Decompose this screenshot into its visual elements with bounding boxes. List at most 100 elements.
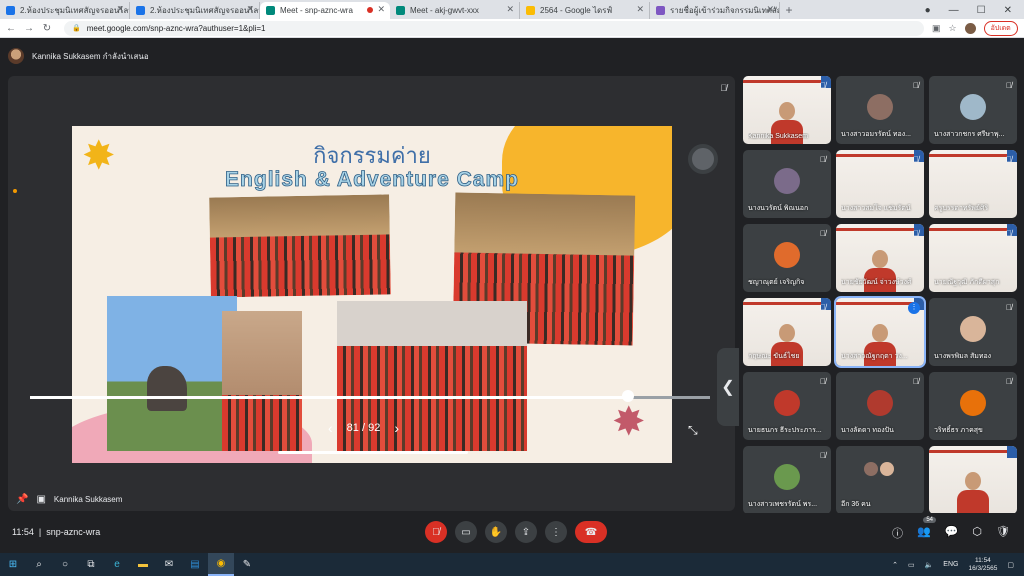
browser-tab[interactable]: 2564 - Google ไดรฟ์ ✕ <box>520 2 650 19</box>
update-button[interactable]: อัปเดต <box>983 20 1018 36</box>
address-bar-row: ← → ↻ 🔒 meet.google.com/snp-aznc-wra?aut… <box>0 19 1024 38</box>
new-tab-button[interactable]: + <box>780 2 798 19</box>
participant-tile[interactable]: อีก 36 คน <box>836 446 924 514</box>
back-arrow-icon[interactable]: ← <box>4 23 18 34</box>
mic-off-icon: 🎙̸ <box>820 377 826 386</box>
system-clock[interactable]: 11:54 16/3/2565 <box>968 557 997 573</box>
chat-icon[interactable]: 💬 <box>945 525 959 541</box>
collapse-sidebar-button[interactable]: ❮ <box>717 348 739 426</box>
participant-tile[interactable]: 🎙̸ นางสาวกชกร ศรีษาพุ... <box>929 76 1017 144</box>
indicator-dot <box>13 189 17 193</box>
people-count-badge: 54 <box>923 517 936 523</box>
bookmark-star-icon[interactable]: ☆ <box>949 23 957 34</box>
stage-footer: 📌 ▣ Kannika Sukkasem <box>16 494 122 505</box>
participant-tile[interactable]: 🎙̸ นางสาวอมรรัตน์ ทอง... <box>836 76 924 144</box>
edge-icon[interactable]: e <box>104 553 130 576</box>
tab-close-icon[interactable]: ✕ <box>636 4 644 15</box>
mic-toggle-button[interactable]: 🎙̸ <box>425 521 447 543</box>
participant-tile[interactable]: 🎙̸ ครูบรรดาทรัพย์ศิริ <box>929 150 1017 218</box>
participant-tile[interactable]: 🎙̸ นางสาวสมใจ แช่มรัตน์ <box>836 150 924 218</box>
app-icon[interactable]: ▤ <box>182 553 208 576</box>
participant-name: นายชัยวัฒน์ จ่าวงษ์วงศ์ <box>841 279 912 286</box>
participant-tile[interactable]: 🎙̸ นางสาวเพชรรัตน์ พร... <box>743 446 831 514</box>
notifications-icon[interactable]: ▢ <box>1007 561 1014 569</box>
host-controls-icon[interactable]: 🛡 <box>996 525 1010 541</box>
participant-avatar <box>774 168 800 194</box>
file-explorer-icon[interactable]: ▬ <box>130 553 156 576</box>
activities-icon[interactable]: ⬡ <box>972 525 982 541</box>
pin-icon[interactable]: 📌 <box>16 494 28 505</box>
close-window-icon[interactable]: ✕ <box>1004 5 1012 16</box>
mail-icon[interactable]: ✉ <box>156 553 182 576</box>
minimize-icon[interactable]: — <box>949 5 959 16</box>
participant-name: นางสาวสมใจ แช่มรัตน์ <box>841 205 911 212</box>
mic-off-icon: 🎙̸ <box>1006 81 1012 90</box>
people-icon[interactable]: 👥 <box>917 525 931 541</box>
participant-tile[interactable] <box>929 446 1017 514</box>
camera-indicator-icon[interactable]: ▣ <box>932 23 941 34</box>
tab-label: Meet - snp-aznc-wra <box>280 6 353 15</box>
participant-tile[interactable]: 🎙̸ นายธนกร ธีระประภาร... <box>743 372 831 440</box>
participant-name: วริทธิ์ธร ภาคสุข <box>934 427 983 434</box>
chrome-icon[interactable]: ◉ <box>208 553 234 576</box>
meeting-time: 11:54 <box>12 527 34 537</box>
browser-tab[interactable]: 2.ห้องประชุมนิเทศสัญจรออนไลน์ (กา✕ <box>0 2 130 19</box>
participant-tile[interactable]: 🎙̸ ชญาณุตย์ เจริญกิจ <box>743 224 831 292</box>
volume-icon[interactable]: 🔈 <box>925 561 934 569</box>
participant-name: ชญาณุตย์ เจริญกิจ <box>748 279 805 286</box>
participant-grid: 🎙̸ Kannika Sukkasem 🎙̸ นางสาวอมรรัตน์ ทอง..… <box>743 76 1017 514</box>
tab-close-icon[interactable]: ✕ <box>116 4 124 15</box>
present-screen-icon[interactable]: ▣ <box>36 494 45 505</box>
participant-tile[interactable]: 🎙̸ นางพรพิมล สัมทอง <box>929 298 1017 366</box>
tab-close-icon[interactable]: ✕ <box>377 4 385 15</box>
browser-tab[interactable]: Meet - snp-aznc-wra ✕ <box>260 2 390 19</box>
mic-off-icon: 🎙̸ <box>1006 155 1012 164</box>
browser-tab[interactable]: Meet - akj-gwvt-xxx ✕ <box>390 2 520 19</box>
presenter-avatar <box>8 48 24 64</box>
tab-close-icon[interactable]: ✕ <box>506 4 514 15</box>
forward-arrow-icon[interactable]: → <box>22 23 36 34</box>
presenter-name-label: Kannika Sukkasem <box>53 495 123 504</box>
browser-tab[interactable]: 2.ห้องประชุมนิเทศสัญจรออนไลน์ (กา✕ <box>130 2 260 19</box>
tab-close-icon[interactable]: ✕ <box>766 4 774 15</box>
participant-tile[interactable]: ⋮ นางสาวณัฐกฤตา วง... <box>834 296 926 368</box>
language-indicator[interactable]: ENG <box>943 561 958 568</box>
tray-arrow-icon[interactable]: ⌃ <box>892 561 898 569</box>
profile-circle-icon[interactable]: ● <box>925 5 931 16</box>
previous-slide-icon[interactable]: ‹ <box>328 420 333 436</box>
camera-toggle-button[interactable]: ▭ <box>455 521 477 543</box>
participant-tile[interactable]: 🎙̸ นางลัดดา ทองปัน <box>836 372 924 440</box>
windows-start-icon[interactable]: ⊞ <box>0 553 26 576</box>
mic-off-icon: 🎙̸ <box>720 83 727 93</box>
url-field[interactable]: 🔒 meet.google.com/snp-aznc-wra?authuser=… <box>64 20 924 36</box>
participant-tile[interactable]: 🎙̸ กฤษณะ ขันธ์ไชย <box>743 298 831 366</box>
pink-star-icon: ✸ <box>612 400 646 444</box>
meeting-toolbar: 11:54 | snp-aznc-wra 🎙̸ ▭ ✋ ⇪ ⋮ ☎ 54 ⓘ 👥… <box>0 513 1024 553</box>
participant-tile[interactable]: 🎙̸ Kannika Sukkasem <box>743 76 831 144</box>
browser-tab[interactable]: รายชื่อผู้เข้าร่วมกิจกรรมนิเทศสัญจรฯ✕ <box>650 2 780 19</box>
participant-tile[interactable]: 🎙̸ นายณัฐวุฒิ ภักดีผาสุก <box>929 224 1017 292</box>
maximize-icon[interactable]: ☐ <box>977 5 986 16</box>
exit-fullscreen-icon[interactable]: ⤡ <box>688 423 698 438</box>
reload-icon[interactable]: ↻ <box>40 23 54 34</box>
url-text: meet.google.com/snp-aznc-wra?authuser=1&… <box>86 23 266 33</box>
network-icon[interactable]: ▭ <box>908 561 915 569</box>
pinned-app-icon[interactable]: ✎ <box>234 553 260 576</box>
search-icon[interactable]: ⌕ <box>26 553 52 576</box>
profile-avatar[interactable] <box>964 22 976 34</box>
task-view-icon[interactable]: ⧉ <box>78 553 104 576</box>
tab-favicon-icon <box>656 6 665 15</box>
present-now-button[interactable]: ⇪ <box>515 521 537 543</box>
participant-tile[interactable]: 🎙̸ วริทธิ์ธร ภาคสุข <box>929 372 1017 440</box>
more-participants-avatars <box>864 462 894 476</box>
cortana-icon[interactable]: ○ <box>52 553 78 576</box>
meeting-details-icon[interactable]: ⓘ <box>892 525 903 541</box>
participant-tile[interactable]: 🎙̸ นางนวรัตน์ พิณนอก <box>743 150 831 218</box>
next-slide-icon[interactable]: › <box>394 420 399 436</box>
participant-tile[interactable]: 🎙̸ นายชัยวัฒน์ จ่าวงษ์วงศ์ <box>836 224 924 292</box>
leave-call-button[interactable]: ☎ <box>575 521 607 543</box>
raise-hand-button[interactable]: ✋ <box>485 521 507 543</box>
presenting-text: Kannika Sukkasem กำลังนำเสนอ <box>32 51 149 61</box>
tab-close-icon[interactable]: ✕ <box>246 4 254 15</box>
more-options-button[interactable]: ⋮ <box>545 521 567 543</box>
